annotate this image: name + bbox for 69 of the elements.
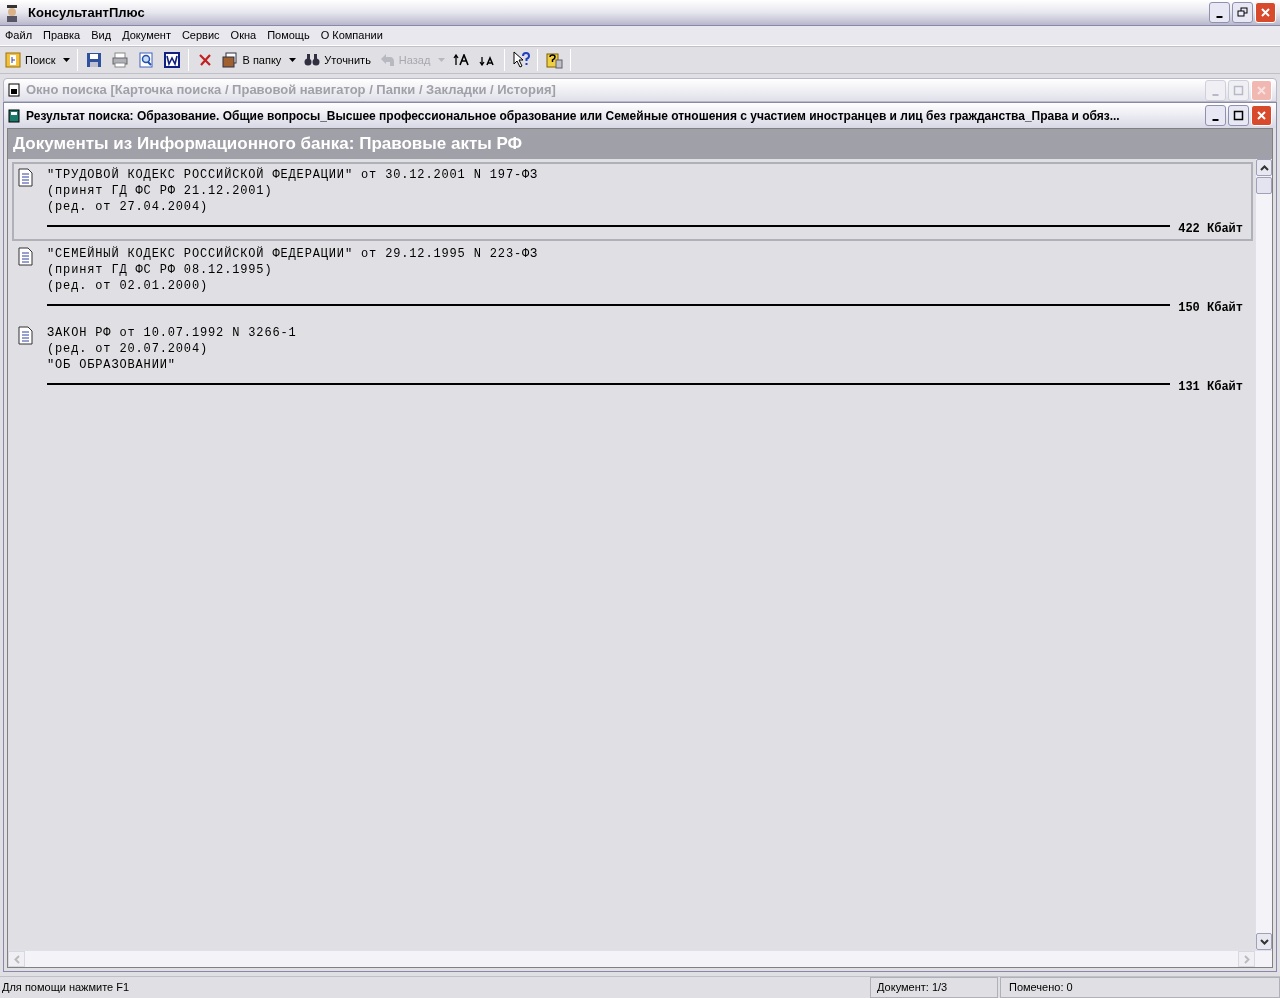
document-line: (принят ГД ФС РФ 21.12.2001) <box>47 183 274 199</box>
menu-item[interactable]: Файл <box>5 27 33 44</box>
document-line: (ред. от 02.01.2000) <box>47 278 210 294</box>
maximize-button[interactable] <box>1228 105 1249 126</box>
close-button[interactable] <box>1255 2 1276 23</box>
binoculars-icon <box>304 53 321 67</box>
chevron-down-icon <box>1259 938 1269 945</box>
document-line: ЗАКОН РФ от 10.07.1992 N 3266-1 <box>47 325 298 341</box>
document-icon <box>18 168 33 187</box>
minimize-icon <box>1216 16 1223 18</box>
window-title: Окно поиска [Карточка поиска / Правовой навигатор / Папки / Закладки / История] <box>26 81 557 100</box>
document-icon <box>18 326 33 345</box>
minimize-icon <box>1212 93 1219 96</box>
document-line: "СЕМЕЙНЫЙ КОДЕКС РОССИЙСКОЙ ФЕДЕРАЦИИ" от 29.12.1995 N 223-ФЗ <box>47 246 540 262</box>
close-icon <box>1255 109 1268 122</box>
document-icon <box>18 247 33 266</box>
chevron-left-icon <box>13 954 20 964</box>
scroll-thumb[interactable] <box>1256 177 1272 194</box>
document-icon <box>8 83 20 97</box>
app-person-icon <box>4 3 20 22</box>
status-marked-count: Помечено: 0 <box>1000 977 1280 998</box>
window-title: Результат поиска: Образование. Общие вопросы_Высшее профессиональное образование или Семейные отношения с участием иностранцев и лиц без гражданства_Права и обяз... <box>26 107 1121 125</box>
menu-item[interactable]: О Компании <box>320 27 383 44</box>
print-icon[interactable] <box>110 50 131 70</box>
document-size: 150 Кбайт <box>1178 301 1243 315</box>
minimize-icon <box>1212 119 1219 121</box>
help-book-icon[interactable] <box>544 50 565 70</box>
menu-item[interactable]: Правка <box>43 27 81 44</box>
document-entry[interactable]: ЗАКОН РФ от 10.07.1992 N 3266-1 (ред. от 20.07.2004) "ОБ ОБРАЗОВАНИИ" 131 Кбайт <box>12 320 1253 399</box>
search-panel-icon <box>5 52 21 68</box>
document-entry[interactable]: "СЕМЕЙНЫЙ КОДЕКС РОССИЙСКОЙ ФЕДЕРАЦИИ" от 29.12.1995 N 223-ФЗ (принят ГД ФС РФ 08.12.1995) (ред. от 02.01.2000) 150 Кбайт <box>12 241 1253 320</box>
menu-item[interactable]: Окна <box>230 27 257 44</box>
toolbar-button[interactable]: В папку <box>221 49 298 71</box>
book-icon <box>8 108 20 123</box>
chevron-right-icon <box>1243 954 1250 964</box>
word-export-icon[interactable] <box>162 50 183 70</box>
maximize-icon <box>1232 109 1245 122</box>
close-button[interactable] <box>1251 105 1272 126</box>
document-entry[interactable]: "ТРУДОВОЙ КОДЕКС РОССИЙСКОЙ ФЕДЕРАЦИИ" от 30.12.2001 N 197-ФЗ (принят ГД ФС РФ 21.12.2001) (ред. от 27.04.2004) 422 Кбайт <box>12 162 1253 241</box>
close-icon <box>1255 83 1268 97</box>
minimize-button[interactable] <box>1209 2 1230 23</box>
menu-item[interactable]: Помощь <box>267 27 310 44</box>
document-line: (принят ГД ФС РФ 08.12.1995) <box>47 262 274 278</box>
close-icon <box>1259 6 1272 19</box>
window-title: КонсультантПлюс <box>28 3 146 22</box>
folder-icon <box>222 52 239 68</box>
list-header: Документы из Информационного банка: Правовые акты РФ <box>8 129 1272 159</box>
document-line: "ТРУДОВОЙ КОДЕКС РОССИЙСКОЙ ФЕДЕРАЦИИ" от 30.12.2001 N 197-ФЗ <box>47 167 540 183</box>
scroll-down-button[interactable] <box>1256 933 1272 950</box>
minimize-button[interactable] <box>1205 105 1226 126</box>
document-size: 422 Кбайт <box>1178 222 1243 236</box>
status-document-count: Документ: 1/3 <box>870 977 998 998</box>
menu-item[interactable]: Документ <box>122 27 171 44</box>
restore-button[interactable] <box>1232 2 1253 23</box>
scroll-up-button[interactable] <box>1256 159 1272 176</box>
chevron-up-icon <box>1259 164 1269 171</box>
maximize-icon <box>1232 83 1245 97</box>
document-line: (ред. от 27.04.2004) <box>47 199 210 215</box>
menu-item[interactable]: Вид <box>91 27 112 44</box>
menu-item[interactable]: Сервис <box>181 27 220 44</box>
restore-icon <box>1236 6 1249 19</box>
help-pointer-icon[interactable] <box>511 50 532 70</box>
toolbar-button[interactable]: Уточнить <box>303 49 372 71</box>
document-size: 131 Кбайт <box>1178 380 1243 394</box>
document-line: (ред. от 20.07.2004) <box>47 341 210 357</box>
vertical-scrollbar[interactable] <box>1255 159 1272 950</box>
status-hint: Для помощи нажмите F1 <box>1 980 131 996</box>
toolbar-button[interactable]: Поиск <box>4 49 72 71</box>
document-line: "ОБ ОБРАЗОВАНИИ" <box>47 357 177 373</box>
